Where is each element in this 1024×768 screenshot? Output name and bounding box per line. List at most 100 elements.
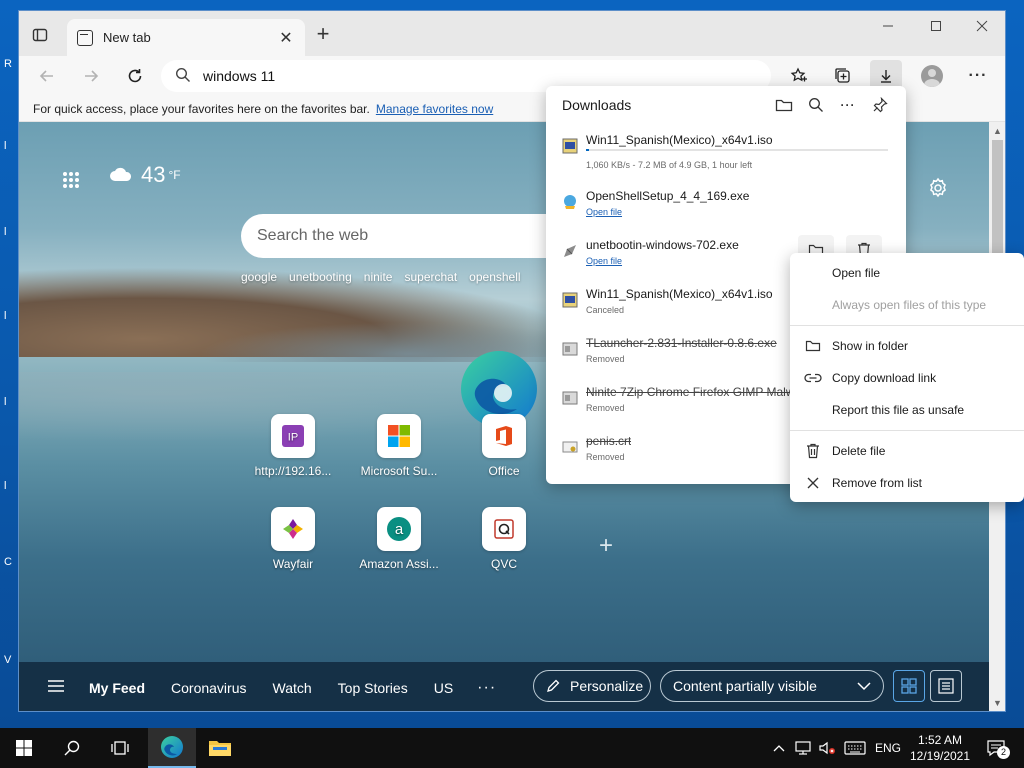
search-downloads-icon[interactable] (800, 89, 832, 121)
search-icon (175, 67, 191, 86)
taskbar-clock[interactable]: 1:52 AM 12/19/2021 (904, 732, 976, 764)
cloud-icon (109, 166, 133, 185)
clock-date: 12/19/2021 (909, 749, 971, 763)
input-language[interactable]: ENG (872, 728, 904, 768)
certificate-file-icon (562, 439, 578, 455)
weather-temperature: 43 (141, 162, 166, 187)
task-view-icon[interactable] (96, 728, 144, 768)
close-window-button[interactable] (959, 11, 1005, 41)
pin-icon[interactable] (864, 89, 896, 121)
search-suggestions: google unetbooting ninite superchat open… (241, 270, 521, 284)
desktop-icon-label[interactable]: C (4, 556, 12, 568)
menu-item-copy-link[interactable]: Copy download link (790, 362, 1024, 394)
trash-icon (804, 442, 822, 460)
download-file-name: unetbootin-windows-702.exe (586, 238, 739, 252)
menu-item-label: Open file (832, 266, 881, 280)
feed-tab-watch[interactable]: Watch (273, 680, 312, 696)
desktop-icon-label[interactable]: V (4, 654, 11, 666)
tab-new-tab[interactable]: New tab ✕ (67, 19, 305, 56)
amazon-icon: a (377, 507, 421, 551)
open-file-link[interactable]: Open file (586, 207, 622, 217)
folder-icon (208, 738, 232, 758)
tile-label: Office (488, 464, 520, 478)
file-explorer-button[interactable] (196, 728, 244, 768)
menu-item-open-file[interactable]: Open file (790, 257, 1024, 289)
feed-more-button[interactable]: ··· (477, 679, 496, 697)
desktop-icon-label[interactable]: l (4, 480, 6, 492)
weather-widget[interactable]: 43 °F (109, 162, 181, 188)
link-icon (804, 369, 822, 387)
desktop-icon-label[interactable]: l (4, 396, 6, 408)
content-visibility-dropdown[interactable]: Content partially visible (660, 670, 884, 702)
menu-separator (790, 430, 1024, 431)
volume-muted-icon[interactable] (816, 728, 838, 768)
network-icon[interactable] (792, 728, 814, 768)
quick-link-tile[interactable]: Microsoft Su... (354, 414, 444, 478)
suggestion-link[interactable]: unetbooting (289, 270, 352, 284)
new-tab-button[interactable]: + (311, 23, 335, 45)
download-item[interactable]: Win11_Spanish(Mexico)_x64v1.iso 1,060 KB… (546, 124, 906, 173)
refresh-button[interactable] (119, 60, 151, 92)
touch-keyboard-icon[interactable] (842, 728, 868, 768)
hamburger-menu-icon[interactable] (47, 679, 65, 696)
list-view-button[interactable] (930, 670, 962, 702)
menu-item-label: Report this file as unsafe (832, 403, 965, 417)
forward-button[interactable] (75, 60, 107, 92)
action-center-button[interactable]: 2 (980, 728, 1012, 768)
download-item[interactable]: OpenShellSetup_4_4_169.exe Open file (546, 180, 906, 229)
show-hidden-icons-icon[interactable] (770, 728, 788, 768)
profile-button[interactable] (916, 60, 948, 92)
page-settings-icon[interactable] (927, 177, 949, 199)
back-button[interactable] (31, 60, 63, 92)
desktop-icon-label[interactable]: l (4, 310, 6, 322)
app-launcher-icon[interactable] (63, 172, 79, 188)
download-context-menu: Open file Always open files of this type… (790, 253, 1024, 502)
quick-link-tile[interactable]: IP http://192.16... (248, 414, 338, 478)
settings-and-more-button[interactable]: ··· (962, 60, 994, 92)
download-status: Removed (586, 354, 625, 364)
menu-item-show-in-folder[interactable]: Show in folder (790, 330, 1024, 362)
close-tab-icon[interactable]: ✕ (277, 28, 295, 48)
suggestion-link[interactable]: ninite (364, 270, 393, 284)
disc-image-file-icon (562, 292, 578, 308)
taskbar: ENG 1:52 AM 12/19/2021 2 (0, 728, 1024, 768)
grid-view-button[interactable] (893, 670, 925, 702)
menu-item-report-unsafe[interactable]: Report this file as unsafe (790, 394, 1024, 426)
scroll-down-icon[interactable]: ▼ (993, 698, 1002, 708)
office-icon (482, 414, 526, 458)
download-file-name: Win11_Spanish(Mexico)_x64v1.iso (586, 287, 773, 301)
suggestion-link[interactable]: google (241, 270, 277, 284)
menu-separator (790, 325, 1024, 326)
desktop-icon-label[interactable]: l (4, 226, 6, 238)
downloads-title: Downloads (562, 97, 632, 113)
taskbar-edge-button[interactable] (148, 728, 196, 768)
quick-link-tile[interactable]: QVC (459, 507, 549, 571)
taskbar-search-icon[interactable] (48, 728, 96, 768)
quick-link-tile[interactable]: Wayfair (248, 507, 338, 571)
notification-count-badge: 2 (997, 746, 1010, 759)
scroll-up-icon[interactable]: ▲ (993, 126, 1002, 136)
feed-tab-us[interactable]: US (434, 680, 453, 696)
feed-tab-coronavirus[interactable]: Coronavirus (171, 680, 246, 696)
web-search-input[interactable]: Search the web (241, 214, 561, 258)
quick-link-tile[interactable]: Office (459, 414, 549, 478)
more-options-icon[interactable]: ··· (832, 89, 864, 121)
add-site-button[interactable]: + (599, 532, 613, 560)
suggestion-link[interactable]: superchat (404, 270, 457, 284)
menu-item-remove-from-list[interactable]: Remove from list (790, 467, 1024, 499)
open-file-link[interactable]: Open file (586, 256, 622, 266)
desktop-icon-label[interactable]: R (4, 58, 12, 70)
start-button[interactable] (0, 728, 48, 768)
personalize-button[interactable]: Personalize (533, 670, 651, 702)
tab-actions-icon[interactable] (29, 24, 51, 46)
suggestion-link[interactable]: openshell (469, 270, 520, 284)
menu-item-delete-file[interactable]: Delete file (790, 435, 1024, 467)
feed-tab-top-stories[interactable]: Top Stories (338, 680, 408, 696)
maximize-button[interactable] (913, 11, 959, 41)
quick-link-tile[interactable]: a Amazon Assi... (354, 507, 444, 571)
open-folder-icon[interactable] (768, 89, 800, 121)
minimize-button[interactable] (865, 11, 911, 41)
desktop-icon-label[interactable]: l (4, 140, 6, 152)
feed-tab-my-feed[interactable]: My Feed (89, 680, 145, 696)
manage-favorites-link[interactable]: Manage favorites now (376, 102, 493, 116)
